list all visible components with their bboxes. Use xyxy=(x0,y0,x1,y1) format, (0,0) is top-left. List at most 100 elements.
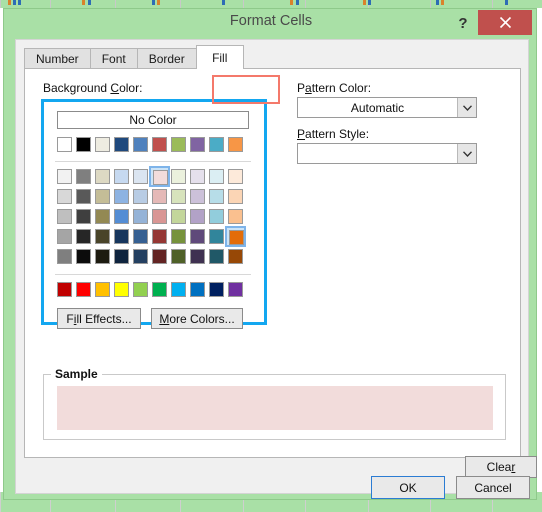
theme-variant-2-swatch-9[interactable] xyxy=(228,189,243,204)
theme-variant-3-cell-5[interactable] xyxy=(152,209,167,224)
standard-color-cell-1[interactable] xyxy=(76,282,91,297)
standard-color-swatch-8[interactable] xyxy=(209,282,224,297)
theme-color-cell-5[interactable] xyxy=(152,137,167,152)
theme-variant-5-swatch-9[interactable] xyxy=(228,249,243,264)
theme-variant-4-swatch-5[interactable] xyxy=(152,229,167,244)
standard-color-cell-6[interactable] xyxy=(171,282,186,297)
theme-variant-1-cell-9[interactable] xyxy=(228,169,243,184)
theme-color-swatch-4[interactable] xyxy=(133,137,148,152)
theme-variant-5-cell-4[interactable] xyxy=(133,249,148,264)
theme-variant-4-swatch-1[interactable] xyxy=(76,229,91,244)
theme-variant-2-swatch-8[interactable] xyxy=(209,189,224,204)
cancel-button[interactable]: Cancel xyxy=(456,476,530,499)
theme-variant-3-cell-3[interactable] xyxy=(114,209,129,224)
theme-variant-1-swatch-0[interactable] xyxy=(57,169,72,184)
theme-variant-2-cell-5[interactable] xyxy=(152,189,167,204)
theme-variant-3-swatch-3[interactable] xyxy=(114,209,129,224)
theme-color-swatch-3[interactable] xyxy=(114,137,129,152)
theme-variant-4-swatch-7[interactable] xyxy=(190,229,205,244)
theme-color-swatch-6[interactable] xyxy=(171,137,186,152)
theme-variant-1-swatch-5[interactable] xyxy=(153,170,168,185)
theme-variant-2-cell-2[interactable] xyxy=(95,189,110,204)
theme-variant-2-cell-6[interactable] xyxy=(171,189,186,204)
theme-variant-2-swatch-4[interactable] xyxy=(133,189,148,204)
standard-color-swatch-9[interactable] xyxy=(228,282,243,297)
theme-variant-1-swatch-7[interactable] xyxy=(190,169,205,184)
theme-variant-5-cell-6[interactable] xyxy=(171,249,186,264)
ok-button[interactable]: OK xyxy=(371,476,445,499)
theme-variant-4-swatch-8[interactable] xyxy=(209,229,224,244)
theme-variant-1-swatch-2[interactable] xyxy=(95,169,110,184)
theme-variant-1-swatch-1[interactable] xyxy=(76,169,91,184)
theme-variant-4-swatch-9[interactable] xyxy=(229,230,244,245)
standard-color-cell-9[interactable] xyxy=(228,282,243,297)
theme-variant-5-cell-9[interactable] xyxy=(228,249,243,264)
theme-color-swatch-1[interactable] xyxy=(76,137,91,152)
theme-variant-2-cell-3[interactable] xyxy=(114,189,129,204)
standard-color-cell-4[interactable] xyxy=(133,282,148,297)
tab-number[interactable]: Number xyxy=(24,48,91,69)
standard-color-cell-5[interactable] xyxy=(152,282,167,297)
theme-variant-5-swatch-4[interactable] xyxy=(133,249,148,264)
theme-variant-5-swatch-5[interactable] xyxy=(152,249,167,264)
standard-color-cell-2[interactable] xyxy=(95,282,110,297)
standard-color-swatch-3[interactable] xyxy=(114,282,129,297)
theme-color-cell-9[interactable] xyxy=(228,137,243,152)
theme-variant-3-swatch-5[interactable] xyxy=(152,209,167,224)
theme-color-swatch-0[interactable] xyxy=(57,137,72,152)
theme-color-cell-8[interactable] xyxy=(209,137,224,152)
theme-variant-1-swatch-4[interactable] xyxy=(133,169,148,184)
theme-variant-4-cell-3[interactable] xyxy=(114,229,129,244)
theme-variant-4-cell-1[interactable] xyxy=(76,229,91,244)
theme-variant-4-swatch-0[interactable] xyxy=(57,229,72,244)
theme-variant-1-cell-4[interactable] xyxy=(133,169,148,184)
theme-variant-1-cell-8[interactable] xyxy=(209,169,224,184)
theme-variant-4-cell-6[interactable] xyxy=(171,229,186,244)
theme-variant-2-cell-0[interactable] xyxy=(57,189,72,204)
tab-font[interactable]: Font xyxy=(89,48,138,69)
standard-color-swatch-2[interactable] xyxy=(95,282,110,297)
theme-color-cell-2[interactable] xyxy=(95,137,110,152)
theme-color-cell-6[interactable] xyxy=(171,137,186,152)
no-color-button[interactable]: No Color xyxy=(57,111,249,129)
theme-variant-4-cell-9[interactable] xyxy=(225,226,246,247)
theme-variant-3-swatch-1[interactable] xyxy=(76,209,91,224)
theme-variant-2-swatch-3[interactable] xyxy=(114,189,129,204)
theme-variant-3-swatch-6[interactable] xyxy=(171,209,186,224)
theme-variant-2-swatch-5[interactable] xyxy=(152,189,167,204)
theme-variant-4-cell-8[interactable] xyxy=(209,229,224,244)
pattern-color-combobox[interactable]: Automatic xyxy=(297,97,477,118)
theme-variant-4-swatch-2[interactable] xyxy=(95,229,110,244)
theme-variant-2-cell-1[interactable] xyxy=(76,189,91,204)
theme-variant-2-swatch-2[interactable] xyxy=(95,189,110,204)
theme-color-cell-1[interactable] xyxy=(76,137,91,152)
theme-variant-1-cell-7[interactable] xyxy=(190,169,205,184)
theme-variant-1-cell-2[interactable] xyxy=(95,169,110,184)
theme-variant-3-cell-0[interactable] xyxy=(57,209,72,224)
theme-variant-2-swatch-1[interactable] xyxy=(76,189,91,204)
theme-color-cell-3[interactable] xyxy=(114,137,129,152)
theme-variant-5-swatch-6[interactable] xyxy=(171,249,186,264)
standard-color-cell-3[interactable] xyxy=(114,282,129,297)
theme-variant-2-cell-8[interactable] xyxy=(209,189,224,204)
theme-variant-1-swatch-3[interactable] xyxy=(114,169,129,184)
standard-color-swatch-4[interactable] xyxy=(133,282,148,297)
fill-effects-button[interactable]: Fi ll Effects... xyxy=(57,308,141,329)
theme-color-swatch-8[interactable] xyxy=(209,137,224,152)
theme-variant-2-cell-9[interactable] xyxy=(228,189,243,204)
theme-variant-5-swatch-3[interactable] xyxy=(114,249,129,264)
theme-variant-5-cell-0[interactable] xyxy=(57,249,72,264)
theme-variant-3-cell-9[interactable] xyxy=(228,209,243,224)
theme-variant-5-cell-8[interactable] xyxy=(209,249,224,264)
theme-variant-3-swatch-2[interactable] xyxy=(95,209,110,224)
theme-variant-1-swatch-9[interactable] xyxy=(228,169,243,184)
theme-color-swatch-9[interactable] xyxy=(228,137,243,152)
theme-variant-4-swatch-3[interactable] xyxy=(114,229,129,244)
clear-button[interactable]: Clea r xyxy=(465,456,537,478)
standard-color-swatch-6[interactable] xyxy=(171,282,186,297)
standard-color-swatch-0[interactable] xyxy=(57,282,72,297)
standard-color-cell-0[interactable] xyxy=(57,282,72,297)
standard-color-cell-7[interactable] xyxy=(190,282,205,297)
theme-variant-5-cell-7[interactable] xyxy=(190,249,205,264)
theme-variant-3-cell-4[interactable] xyxy=(133,209,148,224)
